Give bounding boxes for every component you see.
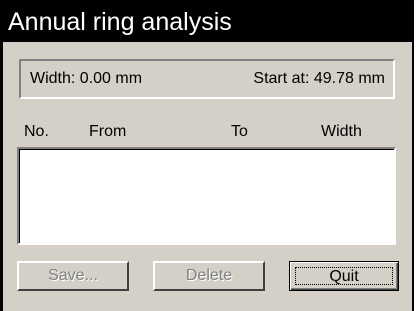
- start-position-readout: Start at: 49.78 mm: [253, 70, 385, 87]
- delete-button[interactable]: Delete: [153, 261, 265, 291]
- annual-ring-analysis-window: Annual ring analysis Width: 0.00 mm Star…: [0, 0, 414, 311]
- window-title: Annual ring analysis: [3, 3, 412, 42]
- quit-button-label: Quit: [295, 267, 393, 285]
- column-header-to: To: [231, 123, 248, 140]
- column-header-number: No.: [24, 123, 49, 140]
- width-readout: Width: 0.00 mm: [30, 70, 143, 87]
- column-header-width: Width: [321, 123, 362, 140]
- save-button[interactable]: Save...: [17, 261, 129, 291]
- quit-button[interactable]: Quit: [289, 261, 399, 291]
- column-header-from: From: [89, 123, 127, 140]
- ring-measurements-list[interactable]: [17, 147, 396, 245]
- measurement-info-panel: Width: 0.00 mm Start at: 49.78 mm: [19, 59, 395, 99]
